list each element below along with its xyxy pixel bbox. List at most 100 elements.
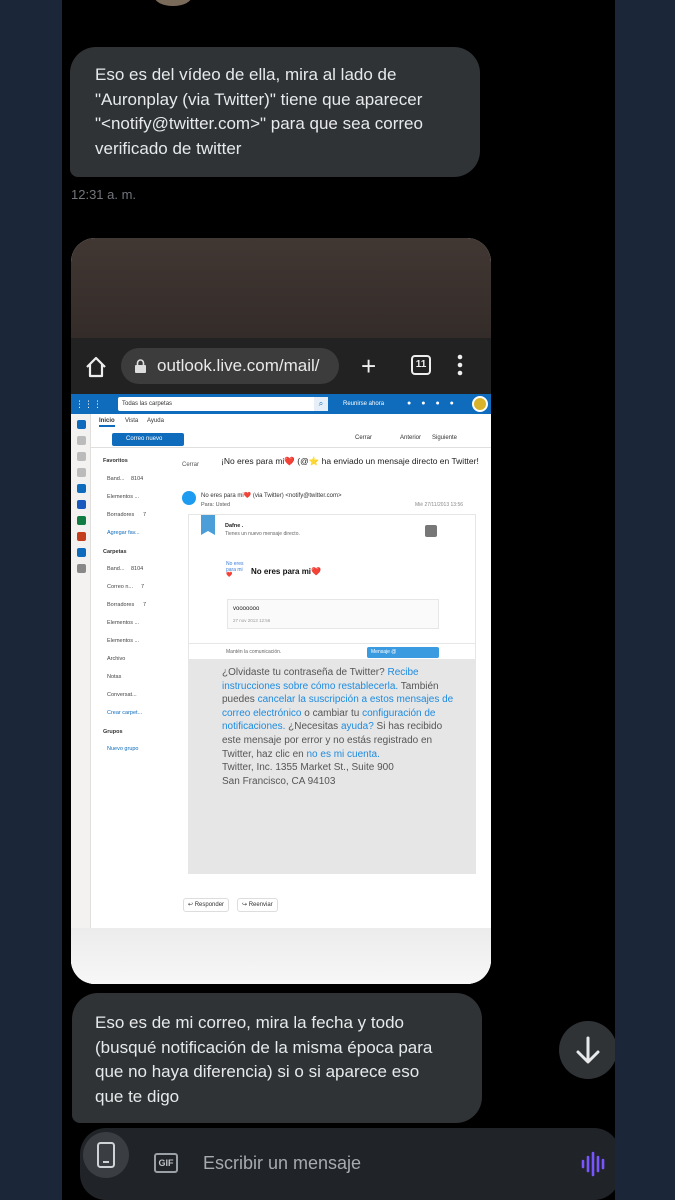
apps-icon xyxy=(77,564,86,573)
right-margin xyxy=(615,0,675,1200)
inbox-count: 8104 xyxy=(131,566,144,572)
folder-drafts: Borradores xyxy=(107,602,135,608)
message-line: Eso es del vídeo de ella, mira al lado d… xyxy=(95,65,397,84)
reply-button: ↩ Responder xyxy=(183,898,230,912)
tab-inicio: Inicio xyxy=(99,418,115,427)
outlook-search: Todas las carpetas xyxy=(118,397,328,411)
message-line: que no haya diferencia) si o si aparece … xyxy=(95,1062,420,1081)
message-line: que te digo xyxy=(95,1086,180,1106)
todo-icon xyxy=(77,484,86,493)
dm-subtitle: Tienes un nuevo mensaje directo. xyxy=(225,531,300,537)
image-top-area xyxy=(71,238,491,338)
menu-dots-icon xyxy=(457,354,463,376)
message-bubble[interactable]: Eso es del vídeo de ella, mira al lado d… xyxy=(70,47,480,177)
tabs-count: 11 xyxy=(411,355,431,375)
address-line: San Francisco, CA 94103 xyxy=(222,775,336,787)
onedrive-icon xyxy=(77,548,86,557)
people-icon xyxy=(77,452,86,461)
folder-group-favorites: Favoritos xyxy=(103,458,128,464)
ribbon-tabs: Inicio Vista Ayuda xyxy=(91,414,491,430)
forward-icon: ↪ xyxy=(242,902,249,908)
close-button: Cerrar xyxy=(355,435,373,441)
folder-group-folders: Carpetas xyxy=(103,549,127,555)
word-icon xyxy=(77,500,86,509)
close-email: Cerrar xyxy=(182,462,200,468)
folder-pane: Favoritos Band... 8104 Elementos ... Bor… xyxy=(91,448,179,984)
forward-label: Reenviar xyxy=(248,902,273,908)
new-group: Nuevo grupo xyxy=(107,746,139,752)
voice-message-icon[interactable] xyxy=(580,1150,608,1178)
message-timestamp: 12:31 a. m. xyxy=(71,187,137,202)
scroll-down-button[interactable] xyxy=(559,1021,615,1079)
new-tab-icon: + xyxy=(361,351,377,381)
shared-image[interactable]: outlook.live.com/mail/ + 11 ⋮⋮⋮ Todas la… xyxy=(71,238,491,984)
previous-button: Anterior xyxy=(400,435,422,441)
message-composer: GIF Escribir un mensaje xyxy=(80,1128,615,1200)
powerpoint-icon xyxy=(77,532,86,541)
mail-icon xyxy=(77,420,86,429)
message-bubble[interactable]: Eso es de mi correo, mira la fecha y tod… xyxy=(72,993,482,1123)
email-date: Mié 27/11/2013 13:56 xyxy=(415,502,464,508)
lock-icon xyxy=(135,359,146,373)
twitter-avatar xyxy=(182,491,196,505)
folder-conversation: Conversat... xyxy=(107,692,137,698)
add-favorite: Agregar fav... xyxy=(107,530,140,536)
forward-button: ↪ Reenviar xyxy=(237,898,278,912)
inbox-count: 8104 xyxy=(131,476,144,482)
legal-text: ¿Olvidaste tu contraseña de Twitter? Rec… xyxy=(222,666,458,788)
email-recipient: Para: Usted xyxy=(201,502,231,508)
message-line: "Auronplay (via Twitter)" tiene que apar… xyxy=(95,89,423,109)
avatar[interactable] xyxy=(154,0,192,6)
tab-vista: Vista xyxy=(125,418,139,424)
new-mail-button: Correo nuevo xyxy=(112,433,184,446)
app-rail xyxy=(71,414,91,984)
attach-icon xyxy=(77,468,86,477)
not-my-account-link: no es mi cuenta. xyxy=(306,748,380,760)
twitter-bird-icon xyxy=(201,515,215,535)
outlook-window: ⋮⋮⋮ Todas las carpetas ⌕ Reunirse ahora … xyxy=(71,394,491,984)
dm-footer-text: Mantén la comunicación. xyxy=(226,649,282,655)
broken-image: No eres para mi❤️ xyxy=(226,561,244,578)
message-line: Eso es de mi correo, mira la fecha y tod… xyxy=(95,1013,404,1032)
message-input[interactable]: Escribir un mensaje xyxy=(203,1153,361,1174)
dm-message-text: vooooooo xyxy=(233,606,260,612)
email-legal-footer: ¿Olvidaste tu contraseña de Twitter? Rec… xyxy=(188,660,476,874)
folder-inbox: Band... xyxy=(107,476,125,482)
message-line: (busqué notificación de la misma época p… xyxy=(95,1037,433,1057)
excel-icon xyxy=(77,516,86,525)
media-button[interactable] xyxy=(83,1132,129,1178)
chat-screen: Eso es del vídeo de ella, mira al lado d… xyxy=(62,0,615,1200)
email-subject: ¡No eres para mi❤️ (@⭐ ha enviado un men… xyxy=(221,456,479,466)
legal-text-part: o cambiar tu xyxy=(301,707,363,719)
folder-archive: Archivo xyxy=(107,656,126,662)
reading-pane: Cerrar ¡No eres para mi❤️ (@⭐ ha enviado… xyxy=(179,448,491,888)
calendar-icon xyxy=(77,436,86,445)
folder-sent: Elementos ... xyxy=(107,620,140,626)
folder-drafts: Borradores xyxy=(107,512,135,518)
url-bar: outlook.live.com/mail/ xyxy=(121,348,339,384)
url-text: outlook.live.com/mail/ xyxy=(157,356,320,375)
dm-message-button: Mensaje @ xyxy=(367,647,439,658)
dm-message-box: vooooooo 27 nov 2013 12:56 xyxy=(227,599,439,629)
outlook-avatar xyxy=(472,396,488,412)
folder-notes: Notas xyxy=(107,674,122,680)
twitter-dm-card: Dafne . Tienes un nuevo mensaje directo.… xyxy=(188,514,476,644)
next-button: Siguiente xyxy=(432,435,458,441)
waffle-icon: ⋮⋮⋮ xyxy=(75,399,102,409)
email-sender: No eres para mi❤️ (via Twitter) <notify@… xyxy=(201,493,342,499)
legal-text-part: ¿Olvidaste tu contraseña de Twitter? xyxy=(222,667,388,678)
search-icon: ⌕ xyxy=(314,397,328,411)
arrow-down-icon xyxy=(576,1036,600,1064)
image-bottom-area xyxy=(71,928,491,984)
dm-profile-pic xyxy=(425,525,437,537)
drafts-count: 7 xyxy=(143,512,147,518)
dm-message-date: 27 nov 2013 12:56 xyxy=(233,618,271,623)
outlook-topbar: ⋮⋮⋮ Todas las carpetas ⌕ Reunirse ahora … xyxy=(71,394,491,414)
dm-display-name: No eres para mi❤️ xyxy=(251,567,321,576)
gif-button[interactable]: GIF xyxy=(154,1153,178,1173)
meet-now: Reunirse ahora xyxy=(343,401,385,407)
drafts-count: 7 xyxy=(143,602,147,608)
address-line: Twitter, Inc. 1355 Market St., Suite 900 xyxy=(222,762,394,774)
home-icon xyxy=(86,356,106,378)
junk-count: 7 xyxy=(141,584,145,590)
